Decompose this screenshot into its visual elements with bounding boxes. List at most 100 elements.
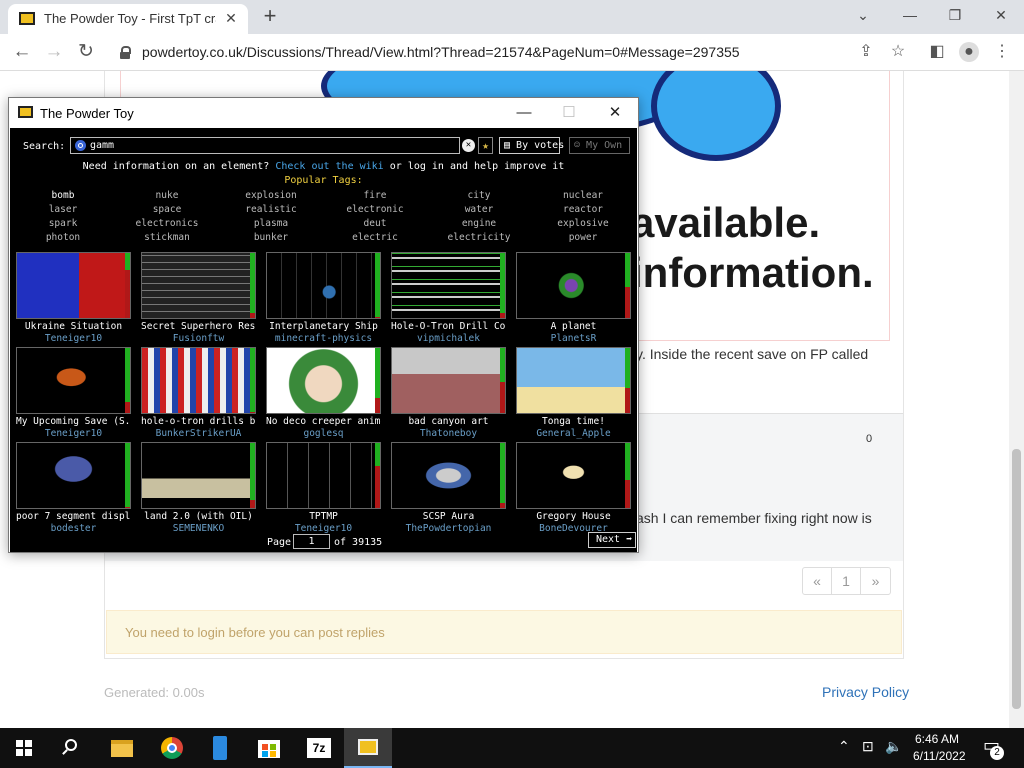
save-name[interactable]: A planet	[516, 321, 631, 332]
save-author[interactable]: vipmichalek	[391, 333, 506, 344]
powder-toy-taskbar-button[interactable]	[344, 728, 392, 768]
save-name[interactable]: SCSP Aura	[391, 511, 506, 522]
restore-icon[interactable]: ❐	[940, 4, 970, 26]
network-icon[interactable]: ⊡	[862, 738, 874, 755]
file-explorer-button[interactable]	[98, 728, 146, 768]
volume-icon[interactable]: 🔈	[885, 738, 902, 755]
popular-tag[interactable]: engine	[427, 218, 531, 229]
save-card[interactable]: No deco creeper anime goglesq	[266, 347, 382, 441]
powder-toy-titlebar[interactable]: The Powder Toy — ☐ ✕	[9, 98, 638, 128]
popular-tag[interactable]: electricity	[427, 232, 531, 243]
save-card[interactable]: TPTMP Teneiger10	[266, 442, 382, 536]
chrome-taskbar-button[interactable]	[148, 728, 196, 768]
save-name[interactable]: Hole-O-Tron Drill Co...	[391, 321, 506, 332]
start-button[interactable]	[0, 728, 48, 768]
page-number-input[interactable]: 1	[293, 534, 330, 549]
save-card[interactable]: poor 7 segment displa...bodester	[16, 442, 132, 536]
popular-tag[interactable]: laser	[11, 204, 115, 215]
save-author[interactable]: bodester	[16, 523, 131, 534]
phone-app-button[interactable]	[196, 728, 244, 768]
popular-tag[interactable]: electric	[323, 232, 427, 243]
address-bar[interactable]: powdertoy.co.uk/Discussions/Thread/View.…	[112, 39, 844, 67]
save-thumbnail[interactable]	[141, 442, 256, 509]
save-author[interactable]: General_Apple	[516, 428, 631, 439]
save-card[interactable]: Secret Superhero Res...Fusionftw	[141, 252, 257, 346]
popular-tag[interactable]: bomb	[11, 190, 115, 201]
save-name[interactable]: TPTMP	[266, 511, 381, 522]
browser-tab[interactable]: The Powder Toy - First TpT crash ✕	[8, 4, 248, 34]
favorites-star-icon[interactable]: ★	[478, 137, 493, 154]
save-author[interactable]: goglesq	[266, 428, 381, 439]
save-name[interactable]: poor 7 segment displa...	[16, 511, 131, 522]
popular-tag[interactable]: electronic	[323, 204, 427, 215]
popular-tag[interactable]: water	[427, 204, 531, 215]
next-page-button[interactable]: Next ➡	[588, 532, 636, 548]
close-window-icon[interactable]: ✕	[986, 4, 1016, 26]
save-author[interactable]: Teneiger10	[16, 428, 131, 439]
save-author[interactable]: Fusionftw	[141, 333, 256, 344]
taskbar-search-button[interactable]	[48, 728, 96, 768]
save-author[interactable]: Teneiger10	[266, 523, 381, 534]
close-tab-icon[interactable]: ✕	[222, 9, 240, 27]
new-tab-icon[interactable]: +	[258, 5, 282, 28]
popular-tag[interactable]: deut	[323, 218, 427, 229]
search-value[interactable]: gamm	[90, 140, 114, 151]
popular-tag[interactable]: fire	[323, 190, 427, 201]
my-own-button[interactable]: ☺ My Own	[569, 137, 630, 154]
popular-tag[interactable]: spark	[11, 218, 115, 229]
save-author[interactable]: Teneiger10	[16, 333, 131, 344]
popular-tag[interactable]: nuclear	[531, 190, 635, 201]
scrollbar-thumb[interactable]	[1012, 449, 1021, 709]
forward-icon[interactable]: →	[42, 41, 66, 63]
save-thumbnail[interactable]	[141, 347, 256, 414]
save-thumbnail[interactable]	[266, 252, 381, 319]
clock-time[interactable]: 6:46 AM	[915, 732, 959, 746]
popular-tag[interactable]: explosion	[219, 190, 323, 201]
save-card[interactable]: hole-o-tron drills bun...BunkerStrikerUA	[141, 347, 257, 441]
pagination-next[interactable]: »	[861, 568, 890, 594]
popular-tag[interactable]: nuke	[115, 190, 219, 201]
save-card[interactable]: A planet PlanetsR	[516, 252, 632, 346]
save-card[interactable]: Gregory House BoneDevourer	[516, 442, 632, 536]
save-thumbnail[interactable]	[266, 442, 381, 509]
save-card[interactable]: Hole-O-Tron Drill Co...vipmichalek	[391, 252, 507, 346]
popular-tag[interactable]: power	[531, 232, 635, 243]
popular-tag[interactable]: electronics	[115, 218, 219, 229]
wiki-link[interactable]: Check out the wiki	[275, 161, 383, 172]
save-author[interactable]: BunkerStrikerUA	[141, 428, 256, 439]
save-thumbnail[interactable]	[516, 347, 631, 414]
save-card[interactable]: land 2.0 (with OIL) SEMENENKO	[141, 442, 257, 536]
save-thumbnail[interactable]	[16, 347, 131, 414]
save-card[interactable]: Ukraine Situation Teneiger10	[16, 252, 132, 346]
clear-search-icon[interactable]: ✕	[462, 139, 475, 152]
popular-tag[interactable]: space	[115, 204, 219, 215]
popular-tag[interactable]: city	[427, 190, 531, 201]
save-author[interactable]: SEMENENKO	[141, 523, 256, 534]
share-icon[interactable]: ⇪	[856, 42, 876, 62]
save-author[interactable]: Thatoneboy	[391, 428, 506, 439]
save-thumbnail[interactable]	[141, 252, 256, 319]
popular-tag[interactable]: realistic	[219, 204, 323, 215]
save-thumbnail[interactable]	[16, 252, 131, 319]
minimize-icon[interactable]: —	[895, 4, 925, 26]
reload-icon[interactable]: ↻	[74, 41, 98, 63]
save-card[interactable]: SCSP Aura ThePowdertopian	[391, 442, 507, 536]
save-name[interactable]: Tonga time!	[516, 416, 631, 427]
store-button[interactable]	[245, 728, 293, 768]
popular-tag[interactable]: plasma	[219, 218, 323, 229]
save-name[interactable]: Secret Superhero Res...	[141, 321, 256, 332]
tab-search-icon[interactable]: ⌄	[848, 4, 878, 26]
pt-close-icon[interactable]: ✕	[597, 102, 633, 124]
url-text[interactable]: powdertoy.co.uk/Discussions/Thread/View.…	[142, 44, 740, 60]
popular-tag[interactable]: bunker	[219, 232, 323, 243]
save-name[interactable]: My Upcoming Save (S...	[16, 416, 131, 427]
7zip-button[interactable]: 7z	[295, 728, 343, 768]
menu-kebab-icon[interactable]: ⋮	[992, 42, 1012, 62]
side-panel-icon[interactable]: ◧	[927, 42, 947, 62]
pagination-prev[interactable]: «	[803, 568, 832, 594]
popular-tag[interactable]: stickman	[115, 232, 219, 243]
pt-minimize-icon[interactable]: —	[506, 102, 542, 124]
popular-tag[interactable]: photon	[11, 232, 115, 243]
save-card[interactable]: Interplanetary Ship minecraft-physics	[266, 252, 382, 346]
save-thumbnail[interactable]	[391, 252, 506, 319]
